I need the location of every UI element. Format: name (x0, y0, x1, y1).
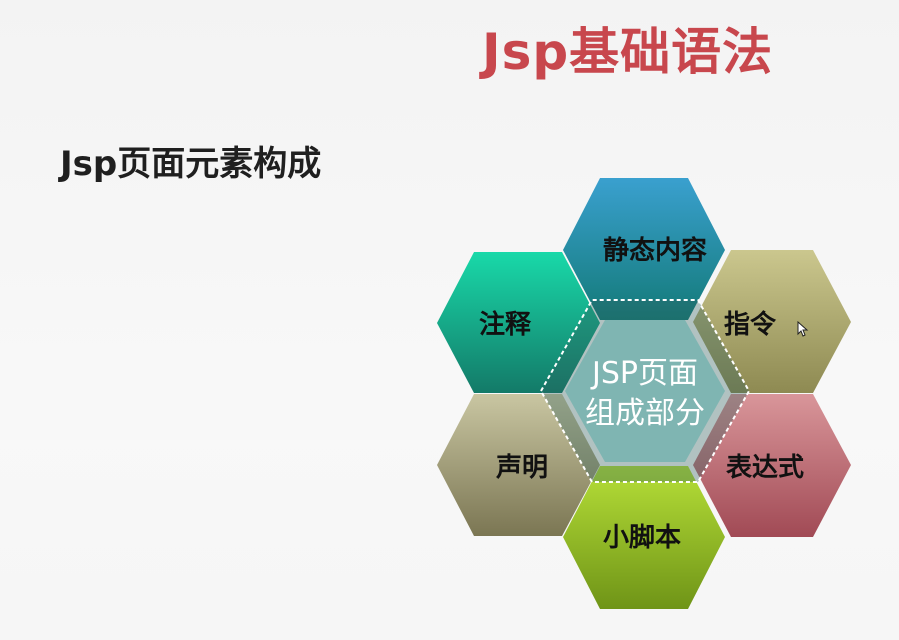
hex-comment-label: 注释 (479, 309, 532, 340)
hex-directive-label: 指令 (724, 309, 777, 340)
hex-static-content-label: 静态内容 (603, 235, 707, 266)
hexagon-diagram: 静态内容 注释 指令 声明 表达式 小脚本 JSP页面 组成部分 (437, 178, 851, 609)
center-label-line1: JSP页面 (590, 356, 698, 391)
hex-expression-label: 表达式 (726, 453, 804, 483)
center-label-line2: 组成部分 (585, 396, 705, 431)
mouse-pointer-icon (797, 321, 809, 337)
hex-scriptlet-label: 小脚本 (603, 523, 681, 553)
hex-declaration-label: 声明 (496, 453, 548, 483)
